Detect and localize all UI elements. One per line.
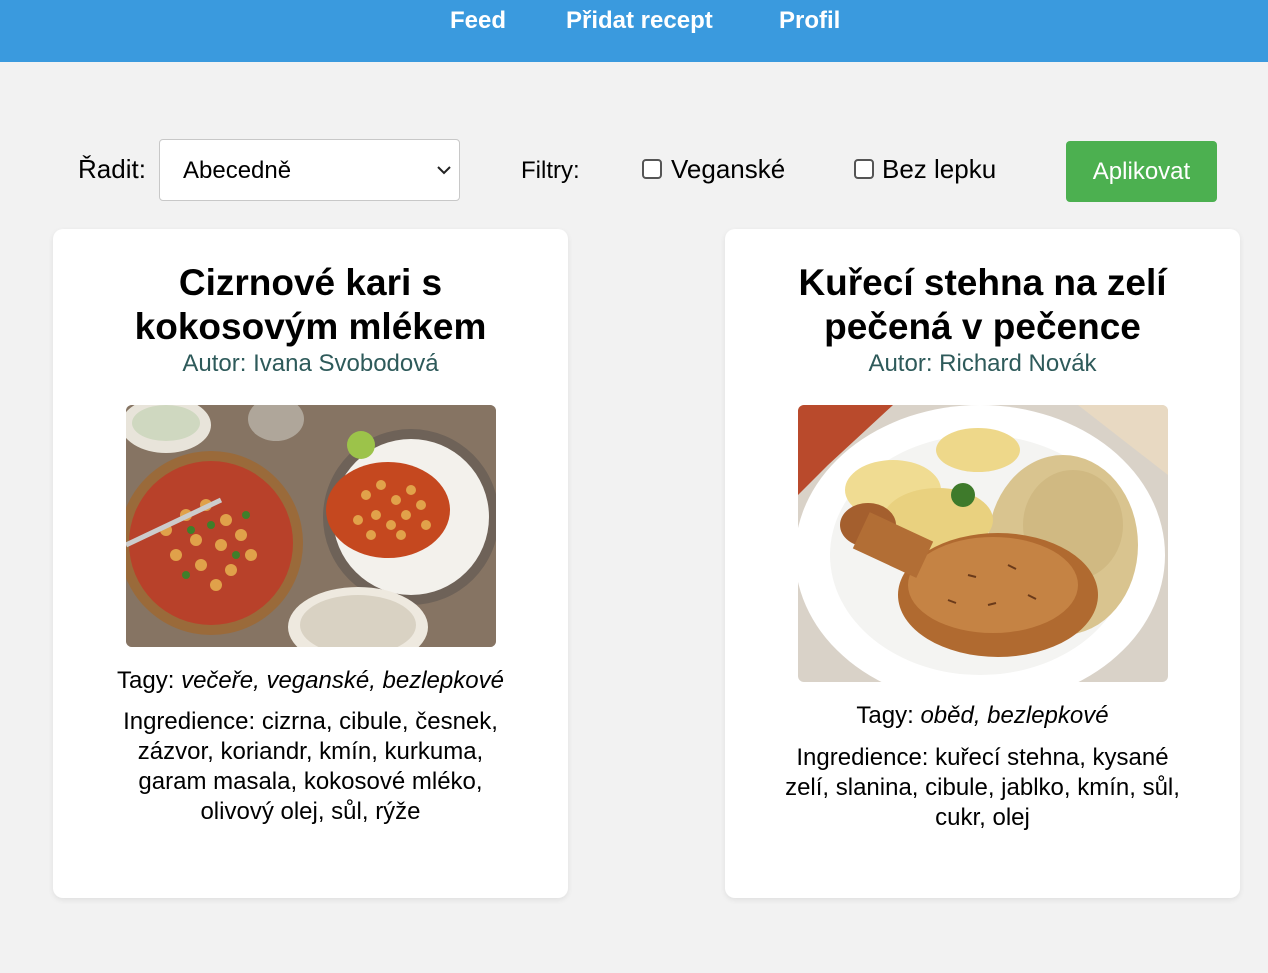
chevron-down-icon xyxy=(437,166,451,175)
recipe-ingredients: Ingredience: cizrna, cibule, česnek, záz… xyxy=(123,708,498,825)
recipe-card[interactable]: Kuřecí stehna na zelí pečená v pečence A… xyxy=(725,229,1240,898)
recipe-title: Cizrnové kari s kokosovým mlékem xyxy=(134,262,487,347)
recipe-card[interactable]: Cizrnové kari s kokosovým mlékem Autor: … xyxy=(53,229,568,898)
recipe-author: Autor: Ivana Svobodová xyxy=(182,350,439,377)
sort-filter-bar: Řadit: Abecedně Filtry: Veganské Bez lep… xyxy=(0,138,1268,204)
recipe-author: Autor: Richard Novák xyxy=(868,350,1097,377)
nav-profile-link[interactable]: Profil xyxy=(779,7,840,35)
vegan-checkbox-label[interactable]: Veganské xyxy=(671,154,785,185)
sort-selected-value: Abecedně xyxy=(183,157,292,184)
recipe-photo xyxy=(798,405,1168,682)
vegan-checkbox[interactable] xyxy=(642,159,662,179)
tags-values: oběd, bezlepkové xyxy=(920,702,1109,729)
recipe-tags: Tagy: večeře, veganské, bezlepkové xyxy=(73,667,548,695)
sort-label: Řadit: xyxy=(78,154,146,184)
recipe-ingredients: Ingredience: kuřecí stehna, kysané zelí,… xyxy=(785,744,1180,831)
recipe-photo xyxy=(126,405,496,647)
recipe-tags: Tagy: oběd, bezlepkové xyxy=(745,702,1220,730)
sort-select[interactable]: Abecedně xyxy=(159,139,460,201)
recipe-title: Kuřecí stehna na zelí pečená v pečence xyxy=(798,262,1167,347)
gluten-free-checkbox[interactable] xyxy=(854,159,874,179)
tags-values: večeře, veganské, bezlepkové xyxy=(181,667,504,694)
nav-add-recipe-link[interactable]: Přidat recept xyxy=(566,7,713,35)
gluten-free-checkbox-label[interactable]: Bez lepku xyxy=(882,154,996,185)
nav-feed-link[interactable]: Feed xyxy=(450,7,506,35)
top-nav-bar: Feed Přidat recept Profil xyxy=(0,0,1268,62)
tags-label: Tagy: xyxy=(856,702,914,729)
filters-label: Filtry: xyxy=(521,157,580,184)
apply-button[interactable]: Aplikovat xyxy=(1066,141,1217,202)
tags-label: Tagy: xyxy=(117,667,175,694)
